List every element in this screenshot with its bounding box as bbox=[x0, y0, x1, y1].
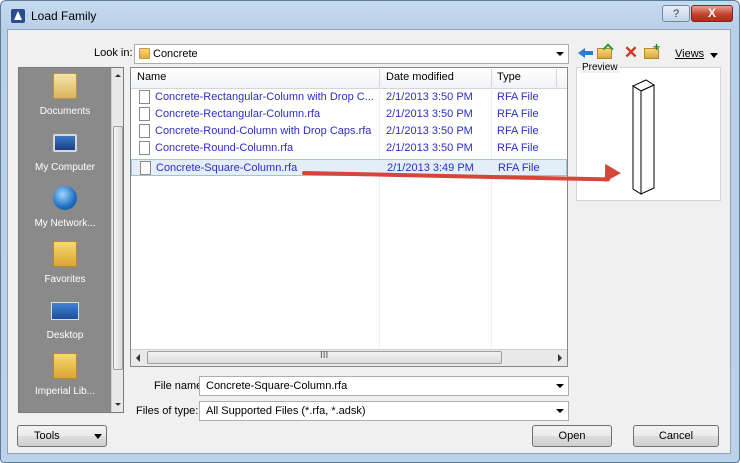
documents-icon bbox=[53, 73, 77, 99]
scroll-down-icon[interactable] bbox=[115, 403, 121, 406]
chevron-down-icon bbox=[94, 434, 102, 439]
look-in-value: Concrete bbox=[153, 48, 198, 60]
file-type-value: All Supported Files (*.rfa, *.adsk) bbox=[206, 405, 366, 417]
close-button[interactable]: X bbox=[691, 5, 733, 22]
place-imperial-library[interactable]: Imperial Lib... bbox=[19, 350, 111, 404]
column-separator[interactable] bbox=[379, 69, 380, 87]
file-icon bbox=[140, 161, 151, 175]
file-name-input[interactable]: Concrete-Square-Column.rfa bbox=[206, 380, 347, 392]
place-documents[interactable]: Documents bbox=[19, 70, 111, 124]
file-type: RFA File bbox=[497, 125, 539, 137]
up-folder-icon[interactable] bbox=[596, 44, 614, 62]
file-date: 2/1/2013 3:50 PM bbox=[386, 125, 473, 137]
scroll-right-icon[interactable] bbox=[558, 354, 562, 362]
open-button[interactable]: Open bbox=[532, 425, 612, 447]
file-type: RFA File bbox=[497, 142, 539, 154]
file-icon bbox=[139, 124, 150, 138]
views-menu[interactable]: Views bbox=[675, 48, 704, 60]
file-row[interactable]: Concrete-Rectangular-Column.rfa 2/1/2013… bbox=[131, 106, 567, 123]
file-date: 2/1/2013 3:50 PM bbox=[386, 142, 473, 154]
annotation-arrow-head bbox=[604, 163, 622, 183]
column-header-date[interactable]: Date modified bbox=[386, 71, 454, 83]
scroll-thumb[interactable] bbox=[113, 126, 123, 370]
file-type-combo[interactable]: All Supported Files (*.rfa, *.adsk) bbox=[199, 401, 569, 421]
look-in-combo[interactable]: Concrete bbox=[134, 44, 569, 64]
place-label: Imperial Lib... bbox=[34, 386, 96, 397]
place-label: Desktop bbox=[46, 330, 84, 341]
delete-icon[interactable]: ✕ bbox=[622, 44, 640, 62]
chevron-down-icon[interactable] bbox=[556, 409, 564, 413]
preview-label: Preview bbox=[581, 62, 619, 73]
scroll-thumb[interactable]: III bbox=[147, 350, 502, 364]
file-type: RFA File bbox=[498, 162, 540, 174]
file-list-header: Name Date modified Type bbox=[131, 68, 567, 89]
column-header-type[interactable]: Type bbox=[497, 71, 521, 83]
file-date: 2/1/2013 3:50 PM bbox=[386, 91, 473, 103]
file-icon bbox=[139, 90, 150, 104]
place-my-computer[interactable]: My Computer bbox=[19, 126, 111, 180]
chevron-down-icon[interactable] bbox=[556, 52, 564, 56]
place-label: My Computer bbox=[34, 162, 95, 173]
file-name: Concrete-Rectangular-Column.rfa bbox=[155, 108, 321, 120]
file-icon bbox=[139, 141, 150, 155]
file-list: Name Date modified Type Concrete-Rectang… bbox=[130, 67, 568, 367]
place-label: My Network... bbox=[34, 218, 96, 229]
file-icon bbox=[139, 107, 150, 121]
places-scrollbar[interactable] bbox=[111, 68, 123, 412]
title-bar[interactable]: Load Family ? X bbox=[1, 1, 739, 31]
file-date: 2/1/2013 3:50 PM bbox=[386, 108, 473, 120]
chevron-down-icon[interactable] bbox=[556, 384, 564, 388]
folder-icon bbox=[53, 353, 77, 379]
column-separator[interactable] bbox=[491, 69, 492, 87]
file-row[interactable]: Concrete-Round-Column with Drop Caps.rfa… bbox=[131, 123, 567, 140]
folder-icon bbox=[139, 48, 150, 59]
tools-button[interactable]: Tools bbox=[17, 425, 107, 447]
column-preview-image bbox=[631, 79, 656, 195]
file-name: Concrete-Round-Column with Drop Caps.rfa bbox=[155, 125, 372, 137]
file-name: Concrete-Rectangular-Column with Drop C.… bbox=[155, 91, 374, 103]
file-name-label: File name: bbox=[154, 380, 206, 392]
file-row[interactable]: Concrete-Rectangular-Column with Drop C.… bbox=[131, 89, 567, 106]
scroll-up-icon[interactable] bbox=[115, 74, 121, 77]
network-icon bbox=[53, 186, 77, 210]
tools-label: Tools bbox=[34, 430, 60, 442]
places-bar: Documents My Computer My Network... Favo… bbox=[18, 67, 124, 413]
place-favorites[interactable]: Favorites bbox=[19, 238, 111, 292]
file-name: Concrete-Round-Column.rfa bbox=[155, 142, 294, 154]
file-name-combo[interactable]: Concrete-Square-Column.rfa bbox=[199, 376, 569, 396]
look-in-label: Look in: bbox=[94, 47, 133, 59]
column-header-name[interactable]: Name bbox=[137, 71, 166, 83]
column-separator[interactable] bbox=[556, 69, 557, 87]
scroll-left-icon[interactable] bbox=[136, 354, 140, 362]
window-title: Load Family bbox=[31, 9, 97, 23]
place-desktop[interactable]: Desktop bbox=[19, 294, 111, 348]
back-icon[interactable] bbox=[577, 44, 595, 62]
cancel-button[interactable]: Cancel bbox=[633, 425, 719, 447]
file-type: RFA File bbox=[497, 108, 539, 120]
views-dropdown-icon[interactable] bbox=[710, 53, 718, 58]
horizontal-scrollbar[interactable]: III bbox=[131, 349, 567, 366]
help-button[interactable]: ? bbox=[662, 5, 690, 22]
place-my-network[interactable]: My Network... bbox=[19, 182, 111, 236]
file-row[interactable]: Concrete-Round-Column.rfa 2/1/2013 3:50 … bbox=[131, 140, 567, 157]
place-label: Documents bbox=[39, 106, 91, 117]
favorites-icon bbox=[53, 241, 77, 267]
desktop-icon bbox=[51, 302, 79, 320]
scroll-grip: III bbox=[320, 350, 329, 361]
revit-app-icon bbox=[11, 9, 25, 23]
place-label: Favorites bbox=[44, 274, 86, 285]
new-folder-icon[interactable] bbox=[643, 40, 661, 62]
file-type-label: Files of type: bbox=[136, 405, 199, 417]
computer-icon bbox=[53, 134, 77, 152]
file-type: RFA File bbox=[497, 91, 539, 103]
